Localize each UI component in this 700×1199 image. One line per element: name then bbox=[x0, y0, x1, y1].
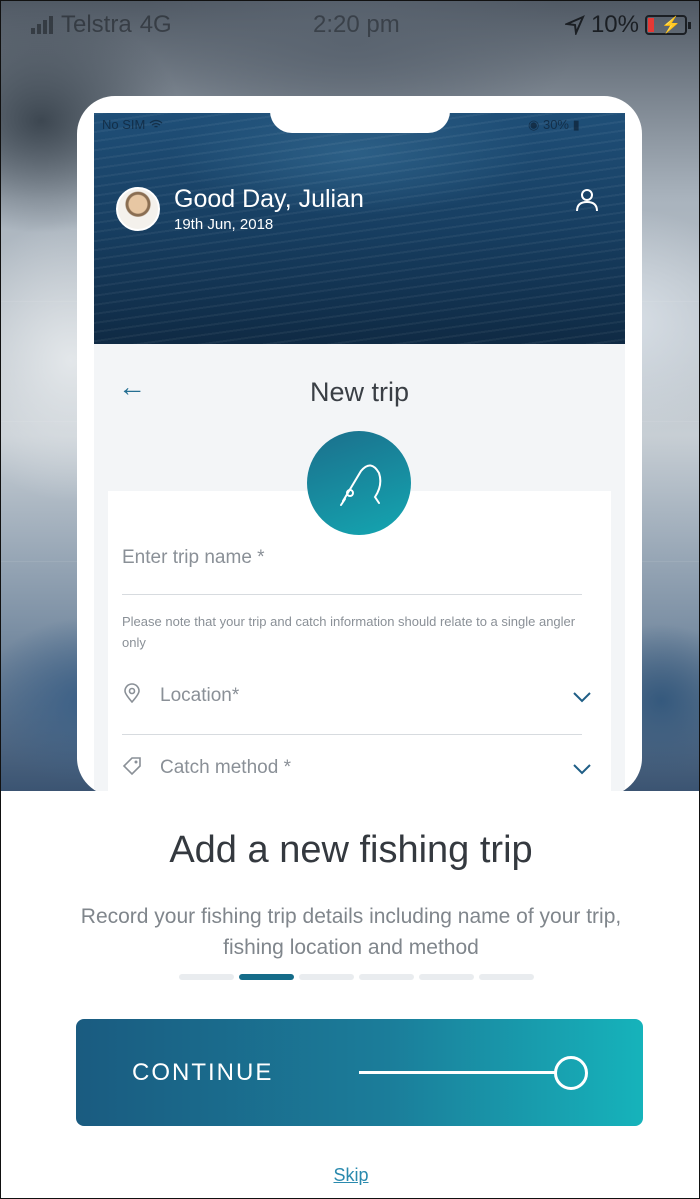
page-dot bbox=[299, 974, 354, 980]
status-time: 2:20 pm bbox=[313, 11, 400, 38]
catch-method-select[interactable]: Catch method * bbox=[160, 757, 291, 779]
onboarding-description: Record your fishing trip details includi… bbox=[80, 905, 622, 959]
location-pin-icon bbox=[124, 683, 140, 703]
page-title: New trip bbox=[309, 377, 410, 407]
carrier-name: Telstra bbox=[61, 11, 132, 38]
page-indicator bbox=[179, 974, 534, 980]
avatar[interactable] bbox=[116, 187, 160, 231]
chevron-down-icon[interactable] bbox=[573, 763, 591, 775]
signal-icon bbox=[31, 16, 53, 34]
greeting-block: Good Day, Julian 19th Jun, 2018 bbox=[116, 185, 364, 233]
battery-percent: 10% bbox=[590, 11, 639, 38]
phone-carrier: No SIM bbox=[102, 117, 163, 132]
onboarding-headline: Add a new fishing trip bbox=[169, 829, 533, 871]
tag-icon bbox=[122, 757, 141, 776]
onboarding-screen: Telstra 4G 2:20 pm 10% ⚡ No SIM ◉ 30% ▮ bbox=[0, 0, 700, 1199]
onboarding-panel: Add a new fishing trip Record your fishi… bbox=[1, 791, 699, 1198]
status-right: 10% ⚡ bbox=[564, 11, 691, 39]
trip-note: Please note that your trip and catch inf… bbox=[122, 614, 576, 650]
continue-label: CONTINUE bbox=[132, 1059, 274, 1086]
page-dot bbox=[479, 974, 534, 980]
divider bbox=[122, 594, 582, 595]
page-dot bbox=[179, 974, 234, 980]
network-type: 4G bbox=[139, 11, 172, 38]
profile-icon[interactable] bbox=[575, 187, 599, 213]
slider-knob[interactable] bbox=[554, 1056, 588, 1090]
app-preview: No SIM ◉ 30% ▮ Good Day, Julian 19th Jun… bbox=[94, 111, 625, 796]
greeting-date: 19th Jun, 2018 bbox=[174, 216, 274, 233]
location-select[interactable]: Location* bbox=[160, 685, 239, 707]
phone-battery: ◉ 30% ▮ bbox=[528, 117, 580, 132]
divider bbox=[122, 734, 582, 735]
trip-icon-badge bbox=[307, 431, 411, 535]
wifi-icon bbox=[149, 119, 163, 128]
header-banner: No SIM ◉ 30% ▮ Good Day, Julian 19th Jun… bbox=[94, 111, 625, 344]
battery-icon: ⚡ bbox=[645, 15, 691, 35]
skip-link[interactable]: Skip bbox=[1, 1165, 699, 1186]
phone-mockup: No SIM ◉ 30% ▮ Good Day, Julian 19th Jun… bbox=[77, 96, 642, 796]
slider-track bbox=[359, 1071, 555, 1074]
carrier-info: Telstra 4G bbox=[31, 11, 172, 39]
greeting-title: Good Day, Julian bbox=[174, 185, 364, 213]
page-dot-active bbox=[239, 974, 294, 980]
continue-button[interactable]: CONTINUE bbox=[76, 1019, 643, 1126]
phone-notch bbox=[270, 111, 450, 133]
fishing-rod-icon bbox=[340, 464, 382, 506]
chevron-down-icon[interactable] bbox=[573, 691, 591, 703]
trip-name-input[interactable]: Enter trip name * bbox=[122, 547, 582, 569]
trip-form: Enter trip name * Please note that your … bbox=[108, 491, 611, 796]
page-dot bbox=[359, 974, 414, 980]
page-dot bbox=[419, 974, 474, 980]
status-bar: Telstra 4G 2:20 pm 10% ⚡ bbox=[1, 1, 699, 47]
location-services-icon bbox=[564, 15, 585, 35]
